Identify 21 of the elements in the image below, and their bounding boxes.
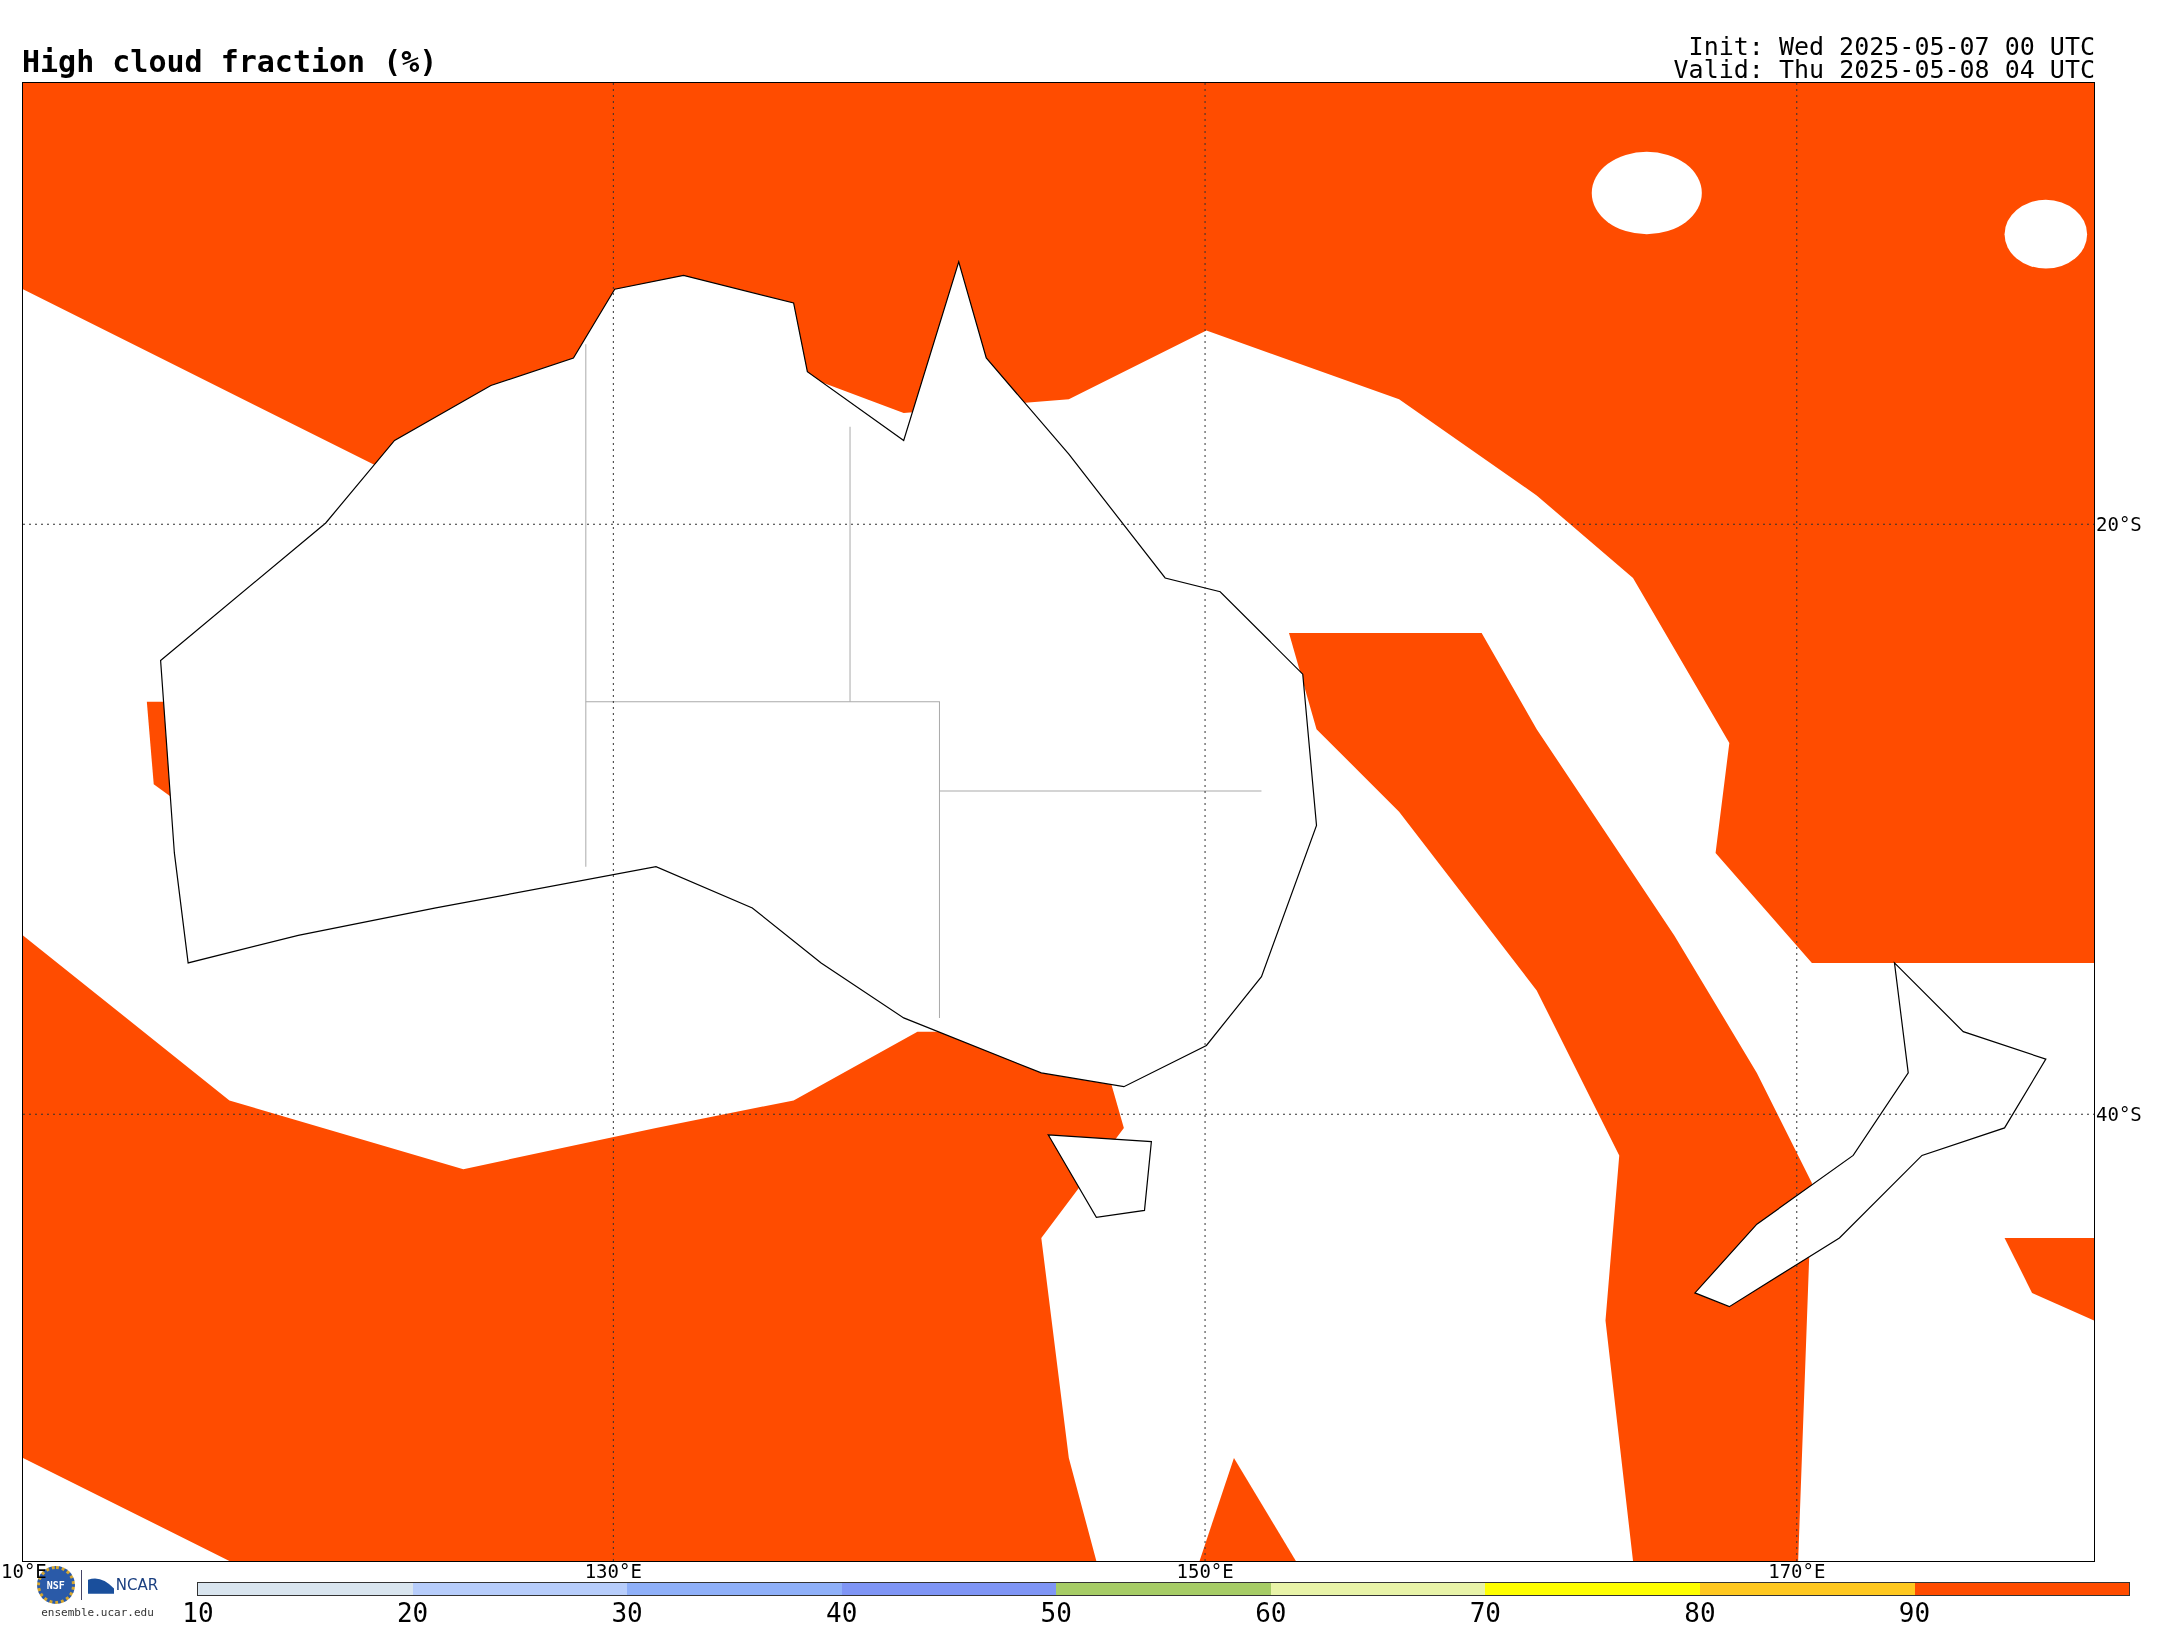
init-time: Init: Wed 2025-05-07 00 UTC	[1688, 35, 2095, 58]
colorbar-label: 70	[1469, 1599, 1502, 1626]
colorbar-label: 80	[1684, 1599, 1716, 1626]
colorbar-label: 20	[396, 1599, 429, 1626]
longitude-label: 170°E	[1768, 1561, 1826, 1581]
longitude-label: 130°E	[584, 1561, 642, 1581]
colorbar-label: 90	[1898, 1599, 1931, 1626]
latitude-label: 20°S	[2095, 514, 2142, 535]
colorbar-label: 40	[826, 1599, 858, 1626]
latitude-label: 40°S	[2095, 1104, 2142, 1125]
colorbar-label: 60	[1255, 1599, 1287, 1626]
ncar-logo: NCAR	[115, 1576, 159, 1594]
colorbar-label: 10	[182, 1599, 214, 1626]
longitude-label: 10°E	[1, 1561, 47, 1581]
swoosh-icon	[87, 1576, 114, 1594]
website-url: ensemble.ucar.edu	[41, 1606, 154, 1619]
chart-title: High cloud fraction (%)	[22, 45, 438, 79]
colorbar-label: 50	[1040, 1599, 1072, 1626]
longitude-label: 150°E	[1176, 1561, 1234, 1581]
colorbar-label: 30	[611, 1599, 643, 1626]
valid-time: Valid: Thu 2025-05-08 04 UTC	[1673, 58, 2095, 81]
